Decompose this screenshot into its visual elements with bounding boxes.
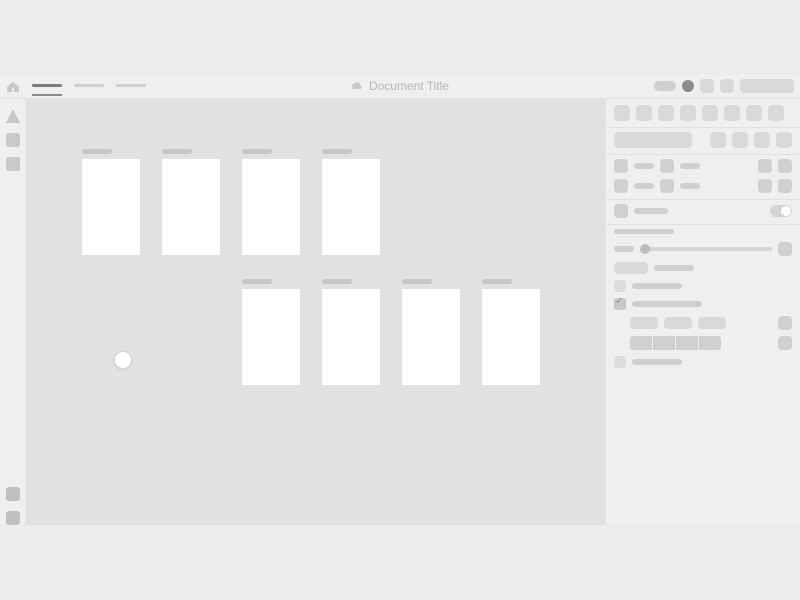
opt-icon[interactable] [758, 179, 772, 193]
blend-label [654, 265, 694, 271]
h-field[interactable] [680, 183, 700, 189]
check-label-a [632, 283, 682, 289]
opacity-slider[interactable] [640, 247, 772, 251]
section-title [614, 229, 674, 234]
doc-title: Document Title [369, 79, 449, 93]
artboard[interactable] [242, 159, 300, 255]
segmented[interactable] [630, 336, 721, 350]
align-btn[interactable] [614, 105, 630, 121]
rect-tool-icon[interactable] [6, 157, 20, 171]
inspector [605, 99, 800, 525]
artboard[interactable] [322, 159, 380, 255]
align-btn[interactable] [702, 105, 718, 121]
toolbar-sq-2[interactable] [720, 79, 734, 93]
sub-field-3[interactable] [698, 317, 726, 329]
opt-icon[interactable] [778, 159, 792, 173]
tab-2[interactable] [116, 78, 146, 96]
flag-icon [614, 204, 628, 218]
pointer-tool-icon[interactable] [6, 109, 20, 123]
checkbox-c[interactable] [614, 356, 626, 368]
toolstrip [0, 99, 26, 525]
home-button[interactable] [0, 75, 26, 99]
mini-btn[interactable] [754, 132, 770, 148]
x-field[interactable] [634, 163, 654, 169]
artboard[interactable] [322, 289, 380, 385]
checkbox-b[interactable] [614, 298, 626, 310]
shape-tool-icon[interactable] [6, 133, 20, 147]
lock-icon[interactable] [758, 159, 772, 173]
align-btn[interactable] [768, 105, 784, 121]
sub-btn[interactable] [778, 316, 792, 330]
align-row [614, 105, 792, 121]
toolbar-sq-1[interactable] [700, 79, 714, 93]
align-btn[interactable] [724, 105, 740, 121]
y-icon [660, 159, 674, 173]
h-icon [660, 179, 674, 193]
collab-cursor [114, 351, 132, 369]
wide-field[interactable] [614, 132, 692, 148]
cloud-icon [351, 82, 363, 90]
tab-0[interactable] [32, 78, 62, 96]
presence-dot[interactable] [682, 80, 694, 92]
bottom-tool-b[interactable] [6, 511, 20, 525]
opt-icon[interactable] [778, 179, 792, 193]
artboard[interactable] [82, 159, 140, 255]
artboard[interactable] [402, 289, 460, 385]
toggle[interactable] [770, 205, 792, 217]
opacity-val[interactable] [778, 242, 792, 256]
y-field[interactable] [680, 163, 700, 169]
artboard[interactable] [482, 289, 540, 385]
align-btn[interactable] [636, 105, 652, 121]
bottom-tool-a[interactable] [6, 487, 20, 501]
w-icon [614, 179, 628, 193]
tab-1[interactable] [74, 78, 104, 96]
sub-field-1[interactable] [630, 317, 658, 329]
checkbox-a[interactable] [614, 280, 626, 292]
w-field[interactable] [634, 183, 654, 189]
opacity-label [614, 246, 634, 252]
titlebar: Document Title [0, 75, 800, 99]
artboard[interactable] [162, 159, 220, 255]
doc-tabs [32, 78, 146, 96]
mini-btn[interactable] [732, 132, 748, 148]
zoom-pill[interactable] [654, 81, 676, 91]
mini-btn[interactable] [776, 132, 792, 148]
canvas[interactable] [26, 99, 605, 525]
align-btn[interactable] [658, 105, 674, 121]
x-icon [614, 159, 628, 173]
share-button[interactable] [740, 79, 794, 93]
check-label-c [632, 359, 682, 365]
align-btn[interactable] [746, 105, 762, 121]
blend-field[interactable] [614, 262, 648, 274]
sub-field-2[interactable] [664, 317, 692, 329]
align-btn[interactable] [680, 105, 696, 121]
label-chip [634, 208, 668, 214]
check-label-b [632, 301, 702, 307]
mini-btn[interactable] [710, 132, 726, 148]
artboard[interactable] [242, 289, 300, 385]
home-icon [6, 81, 20, 93]
seg-btn[interactable] [778, 336, 792, 350]
